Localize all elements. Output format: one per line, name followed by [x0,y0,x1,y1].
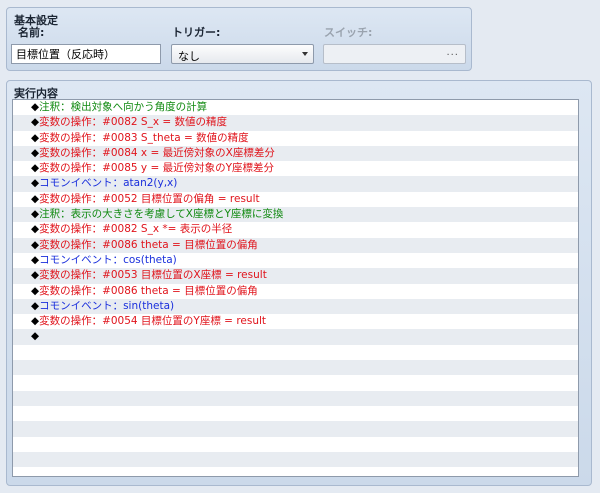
command-row[interactable]: ◆コモンイベント：atan2(y,x) [13,176,578,192]
command-row[interactable]: ◆変数の操作：#0086 theta = 目標位置の偏角 [13,237,578,253]
command-row[interactable]: ◆ [13,329,578,345]
command-marker: ◆ [31,330,40,343]
command-marker: ◆ [31,315,40,328]
command-text: コモンイベント：atan2(y,x) [39,177,178,190]
command-row[interactable]: ◆変数の操作：#0085 y = 最近傍対象のY座標差分 [13,161,578,177]
command-marker: ◆ [31,208,40,221]
command-row[interactable]: ◆変数の操作：#0054 目標位置のY座標 = result [13,314,578,330]
empty-row [13,344,578,361]
command-text: 変数の操作：#0053 目標位置のX座標 = result [39,269,267,282]
command-marker: ◆ [31,192,40,205]
command-marker: ◆ [31,162,40,175]
command-row[interactable]: ◆変数の操作：#0083 S_theta = 数値の精度 [13,130,578,146]
name-label: 名前: [18,26,45,39]
command-text: 変数の操作：#0086 theta = 目標位置の偏角 [39,284,258,297]
command-marker: ◆ [31,101,40,113]
command-text: 注釈：表示の大きさを考慮してX座標とY座標に変換 [39,208,284,221]
empty-row [13,451,578,468]
command-text: コモンイベント：cos(theta) [39,253,177,266]
command-row[interactable]: ◆コモンイベント：cos(theta) [13,252,578,269]
command-row[interactable]: ◆注釈：検出対象へ向かう角度の計算 [13,100,578,116]
empty-row [13,375,578,391]
command-text: 変数の操作：#0082 S_x *= 表示の半径 [39,223,233,236]
command-row[interactable]: ◆変数の操作：#0053 目標位置のX座標 = result [13,268,578,284]
command-row[interactable]: ◆変数の操作：#0052 目標位置の偏角 = result [13,191,578,208]
command-marker: ◆ [31,223,40,236]
command-row[interactable]: ◆変数の操作：#0082 S_x = 数値の精度 [13,115,578,131]
command-marker: ◆ [31,146,40,159]
empty-row [13,467,578,476]
command-row[interactable]: ◆コモンイベント：sin(theta) [13,298,578,315]
command-list[interactable]: ◆注釈：検出対象へ向かう角度の計算 ◆変数の操作：#0082 S_x = 数値の精… [12,99,579,477]
switch-field: ... [323,44,466,64]
empty-row [13,421,578,437]
command-text: コモンイベント：sin(theta) [39,299,175,312]
command-marker: ◆ [31,269,40,282]
command-marker: ◆ [31,253,40,266]
command-row[interactable]: ◆変数の操作：#0084 x = 最近傍対象のX座標差分 [13,145,578,162]
trigger-select[interactable]: なし [171,44,314,64]
command-marker: ◆ [31,299,40,312]
command-row[interactable]: ◆注釈：表示の大きさを考慮してX座標とY座標に変換 [13,207,578,223]
command-marker: ◆ [31,131,40,144]
command-text: 変数の操作：#0084 x = 最近傍対象のX座標差分 [39,146,275,159]
trigger-selected-value: なし [178,50,200,63]
command-text: 変数の操作：#0085 y = 最近傍対象のY座標差分 [39,162,275,175]
switch-browse-button: ... [446,47,459,58]
name-input[interactable] [11,44,161,64]
empty-row [13,390,578,406]
command-marker: ◆ [31,238,40,251]
empty-row [13,436,578,452]
command-row[interactable]: ◆変数の操作：#0082 S_x *= 表示の半径 [13,222,578,238]
command-text: 変数の操作：#0082 S_x = 数値の精度 [39,116,228,129]
command-row[interactable]: ◆変数の操作：#0086 theta = 目標位置の偏角 [13,283,578,299]
command-text: 変数の操作：#0086 theta = 目標位置の偏角 [39,238,258,251]
command-text: 注釈：検出対象へ向かう角度の計算 [39,101,208,113]
switch-label: スイッチ: [324,26,373,39]
command-text: 変数の操作：#0083 S_theta = 数値の精度 [39,131,249,144]
trigger-label: トリガー: [172,26,221,39]
empty-row [13,405,578,422]
command-marker: ◆ [31,284,40,297]
chevron-down-icon [302,52,308,56]
empty-row [13,360,578,376]
command-marker: ◆ [31,116,40,129]
command-marker: ◆ [31,177,40,190]
command-text: 変数の操作：#0054 目標位置のY座標 = result [39,315,267,328]
command-text: 変数の操作：#0052 目標位置の偏角 = result [39,192,260,205]
